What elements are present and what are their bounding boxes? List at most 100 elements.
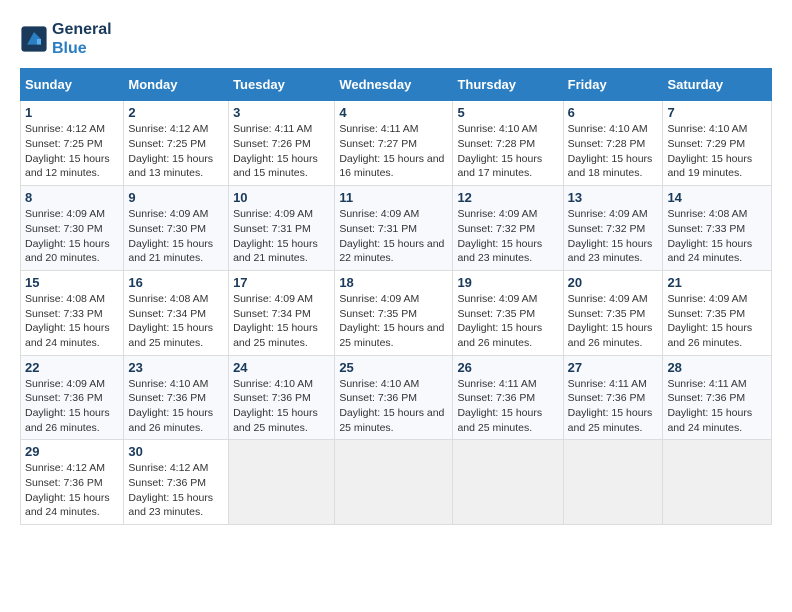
cell-content: Sunrise: 4:10 AMSunset: 7:36 PMDaylight:… (128, 377, 224, 436)
day-number: 15 (25, 275, 119, 290)
calendar-cell: 3 Sunrise: 4:11 AMSunset: 7:26 PMDayligh… (229, 101, 335, 186)
calendar-cell: 7 Sunrise: 4:10 AMSunset: 7:29 PMDayligh… (663, 101, 772, 186)
weekday-header: Tuesday (229, 69, 335, 101)
cell-content: Sunrise: 4:09 AMSunset: 7:32 PMDaylight:… (457, 207, 558, 266)
day-number: 13 (568, 190, 659, 205)
day-number: 8 (25, 190, 119, 205)
calendar-cell: 27 Sunrise: 4:11 AMSunset: 7:36 PMDaylig… (563, 355, 663, 440)
calendar-cell: 23 Sunrise: 4:10 AMSunset: 7:36 PMDaylig… (124, 355, 229, 440)
weekday-header: Thursday (453, 69, 563, 101)
day-number: 20 (568, 275, 659, 290)
calendar-cell: 14 Sunrise: 4:08 AMSunset: 7:33 PMDaylig… (663, 186, 772, 271)
day-number: 2 (128, 105, 224, 120)
cell-content: Sunrise: 4:08 AMSunset: 7:33 PMDaylight:… (667, 207, 767, 266)
calendar-cell: 17 Sunrise: 4:09 AMSunset: 7:34 PMDaylig… (229, 270, 335, 355)
cell-content: Sunrise: 4:09 AMSunset: 7:30 PMDaylight:… (128, 207, 224, 266)
logo-text: General Blue (52, 20, 112, 58)
calendar-cell: 6 Sunrise: 4:10 AMSunset: 7:28 PMDayligh… (563, 101, 663, 186)
weekday-header: Wednesday (335, 69, 453, 101)
cell-content: Sunrise: 4:09 AMSunset: 7:34 PMDaylight:… (233, 292, 330, 351)
calendar-cell: 13 Sunrise: 4:09 AMSunset: 7:32 PMDaylig… (563, 186, 663, 271)
calendar-week-row: 1 Sunrise: 4:12 AMSunset: 7:25 PMDayligh… (21, 101, 772, 186)
cell-content: Sunrise: 4:09 AMSunset: 7:35 PMDaylight:… (667, 292, 767, 351)
cell-content: Sunrise: 4:12 AMSunset: 7:36 PMDaylight:… (128, 461, 224, 520)
day-number: 1 (25, 105, 119, 120)
calendar-cell: 10 Sunrise: 4:09 AMSunset: 7:31 PMDaylig… (229, 186, 335, 271)
calendar-cell: 2 Sunrise: 4:12 AMSunset: 7:25 PMDayligh… (124, 101, 229, 186)
header: General Blue (20, 20, 772, 58)
calendar-cell: 21 Sunrise: 4:09 AMSunset: 7:35 PMDaylig… (663, 270, 772, 355)
cell-content: Sunrise: 4:09 AMSunset: 7:35 PMDaylight:… (568, 292, 659, 351)
calendar-cell (563, 440, 663, 525)
day-number: 19 (457, 275, 558, 290)
calendar-cell: 11 Sunrise: 4:09 AMSunset: 7:31 PMDaylig… (335, 186, 453, 271)
calendar-cell (453, 440, 563, 525)
calendar-cell: 24 Sunrise: 4:10 AMSunset: 7:36 PMDaylig… (229, 355, 335, 440)
cell-content: Sunrise: 4:12 AMSunset: 7:25 PMDaylight:… (128, 122, 224, 181)
cell-content: Sunrise: 4:09 AMSunset: 7:31 PMDaylight:… (233, 207, 330, 266)
cell-content: Sunrise: 4:11 AMSunset: 7:26 PMDaylight:… (233, 122, 330, 181)
cell-content: Sunrise: 4:11 AMSunset: 7:36 PMDaylight:… (667, 377, 767, 436)
day-number: 10 (233, 190, 330, 205)
day-number: 21 (667, 275, 767, 290)
day-number: 5 (457, 105, 558, 120)
cell-content: Sunrise: 4:09 AMSunset: 7:32 PMDaylight:… (568, 207, 659, 266)
calendar-cell: 28 Sunrise: 4:11 AMSunset: 7:36 PMDaylig… (663, 355, 772, 440)
calendar-table: SundayMondayTuesdayWednesdayThursdayFrid… (20, 68, 772, 525)
day-number: 7 (667, 105, 767, 120)
weekday-header: Friday (563, 69, 663, 101)
cell-content: Sunrise: 4:09 AMSunset: 7:35 PMDaylight:… (457, 292, 558, 351)
logo: General Blue (20, 20, 112, 58)
calendar-cell: 29 Sunrise: 4:12 AMSunset: 7:36 PMDaylig… (21, 440, 124, 525)
cell-content: Sunrise: 4:11 AMSunset: 7:27 PMDaylight:… (339, 122, 448, 181)
calendar-cell: 12 Sunrise: 4:09 AMSunset: 7:32 PMDaylig… (453, 186, 563, 271)
cell-content: Sunrise: 4:12 AMSunset: 7:25 PMDaylight:… (25, 122, 119, 181)
weekday-header-row: SundayMondayTuesdayWednesdayThursdayFrid… (21, 69, 772, 101)
cell-content: Sunrise: 4:09 AMSunset: 7:31 PMDaylight:… (339, 207, 448, 266)
cell-content: Sunrise: 4:10 AMSunset: 7:28 PMDaylight:… (457, 122, 558, 181)
calendar-cell: 26 Sunrise: 4:11 AMSunset: 7:36 PMDaylig… (453, 355, 563, 440)
cell-content: Sunrise: 4:08 AMSunset: 7:34 PMDaylight:… (128, 292, 224, 351)
calendar-cell: 19 Sunrise: 4:09 AMSunset: 7:35 PMDaylig… (453, 270, 563, 355)
weekday-header: Monday (124, 69, 229, 101)
calendar-cell (229, 440, 335, 525)
day-number: 30 (128, 444, 224, 459)
cell-content: Sunrise: 4:12 AMSunset: 7:36 PMDaylight:… (25, 461, 119, 520)
calendar-cell (335, 440, 453, 525)
day-number: 14 (667, 190, 767, 205)
day-number: 25 (339, 360, 448, 375)
day-number: 28 (667, 360, 767, 375)
calendar-cell: 20 Sunrise: 4:09 AMSunset: 7:35 PMDaylig… (563, 270, 663, 355)
calendar-week-row: 29 Sunrise: 4:12 AMSunset: 7:36 PMDaylig… (21, 440, 772, 525)
day-number: 6 (568, 105, 659, 120)
cell-content: Sunrise: 4:10 AMSunset: 7:36 PMDaylight:… (339, 377, 448, 436)
calendar-cell: 1 Sunrise: 4:12 AMSunset: 7:25 PMDayligh… (21, 101, 124, 186)
logo-icon (20, 25, 48, 53)
day-number: 16 (128, 275, 224, 290)
calendar-cell: 4 Sunrise: 4:11 AMSunset: 7:27 PMDayligh… (335, 101, 453, 186)
day-number: 11 (339, 190, 448, 205)
day-number: 17 (233, 275, 330, 290)
calendar-cell: 30 Sunrise: 4:12 AMSunset: 7:36 PMDaylig… (124, 440, 229, 525)
cell-content: Sunrise: 4:09 AMSunset: 7:36 PMDaylight:… (25, 377, 119, 436)
calendar-cell: 18 Sunrise: 4:09 AMSunset: 7:35 PMDaylig… (335, 270, 453, 355)
day-number: 29 (25, 444, 119, 459)
cell-content: Sunrise: 4:10 AMSunset: 7:28 PMDaylight:… (568, 122, 659, 181)
weekday-header: Sunday (21, 69, 124, 101)
cell-content: Sunrise: 4:10 AMSunset: 7:29 PMDaylight:… (667, 122, 767, 181)
day-number: 3 (233, 105, 330, 120)
day-number: 9 (128, 190, 224, 205)
calendar-cell: 8 Sunrise: 4:09 AMSunset: 7:30 PMDayligh… (21, 186, 124, 271)
calendar-cell: 9 Sunrise: 4:09 AMSunset: 7:30 PMDayligh… (124, 186, 229, 271)
day-number: 4 (339, 105, 448, 120)
calendar-cell: 22 Sunrise: 4:09 AMSunset: 7:36 PMDaylig… (21, 355, 124, 440)
day-number: 27 (568, 360, 659, 375)
calendar-week-row: 8 Sunrise: 4:09 AMSunset: 7:30 PMDayligh… (21, 186, 772, 271)
calendar-cell: 5 Sunrise: 4:10 AMSunset: 7:28 PMDayligh… (453, 101, 563, 186)
day-number: 24 (233, 360, 330, 375)
calendar-cell: 16 Sunrise: 4:08 AMSunset: 7:34 PMDaylig… (124, 270, 229, 355)
cell-content: Sunrise: 4:10 AMSunset: 7:36 PMDaylight:… (233, 377, 330, 436)
day-number: 22 (25, 360, 119, 375)
cell-content: Sunrise: 4:11 AMSunset: 7:36 PMDaylight:… (568, 377, 659, 436)
cell-content: Sunrise: 4:11 AMSunset: 7:36 PMDaylight:… (457, 377, 558, 436)
